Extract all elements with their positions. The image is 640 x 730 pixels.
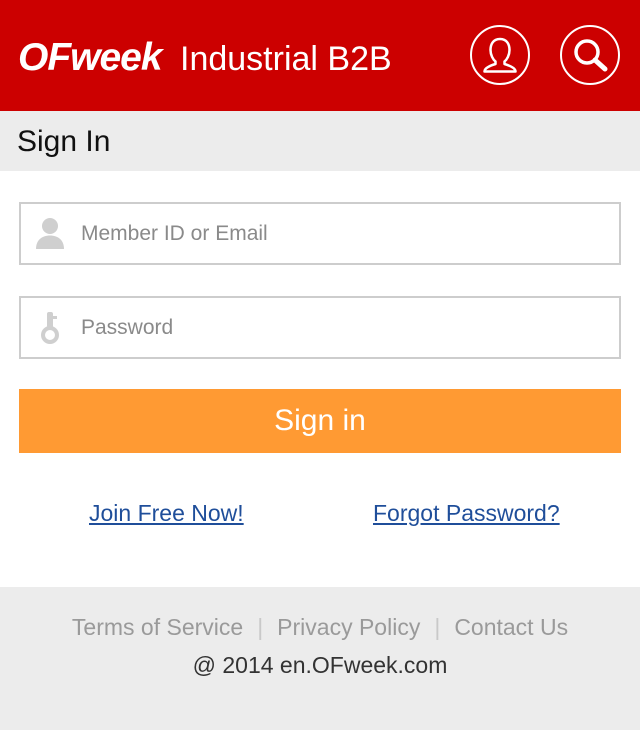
contact-link[interactable]: Contact Us <box>454 614 568 640</box>
page-title: Sign In <box>17 125 111 158</box>
footer-links: Terms of Service | Privacy Policy | Contact … <box>0 613 640 641</box>
footer-separator: | <box>434 614 441 640</box>
join-free-link[interactable]: Join Free Now! <box>89 499 244 527</box>
key-icon <box>41 312 59 344</box>
forgot-password-link[interactable]: Forgot Password? <box>373 499 560 527</box>
footer: Terms of Service | Privacy Policy | Contact … <box>0 587 640 730</box>
ofweek-logo[interactable]: OFweek <box>18 30 163 86</box>
account-button[interactable] <box>470 25 530 85</box>
page-title-bar: Sign In <box>0 111 640 171</box>
copyright-text: @ 2014 en.OFweek.com <box>192 652 448 678</box>
privacy-link[interactable]: Privacy Policy <box>277 614 420 640</box>
footer-separator: | <box>257 614 264 640</box>
user-icon <box>483 37 517 73</box>
username-field <box>19 202 621 265</box>
person-icon <box>36 218 64 249</box>
sign-in-button[interactable]: Sign in <box>19 389 621 453</box>
password-field <box>19 296 621 359</box>
terms-link[interactable]: Terms of Service <box>72 614 243 640</box>
search-icon <box>574 39 608 72</box>
site-title: Industrial B2B <box>180 40 392 78</box>
password-input[interactable] <box>81 298 601 357</box>
search-button[interactable] <box>560 25 620 85</box>
username-input[interactable] <box>81 204 601 263</box>
header-bar: OFweek Industrial B2B <box>0 0 640 111</box>
